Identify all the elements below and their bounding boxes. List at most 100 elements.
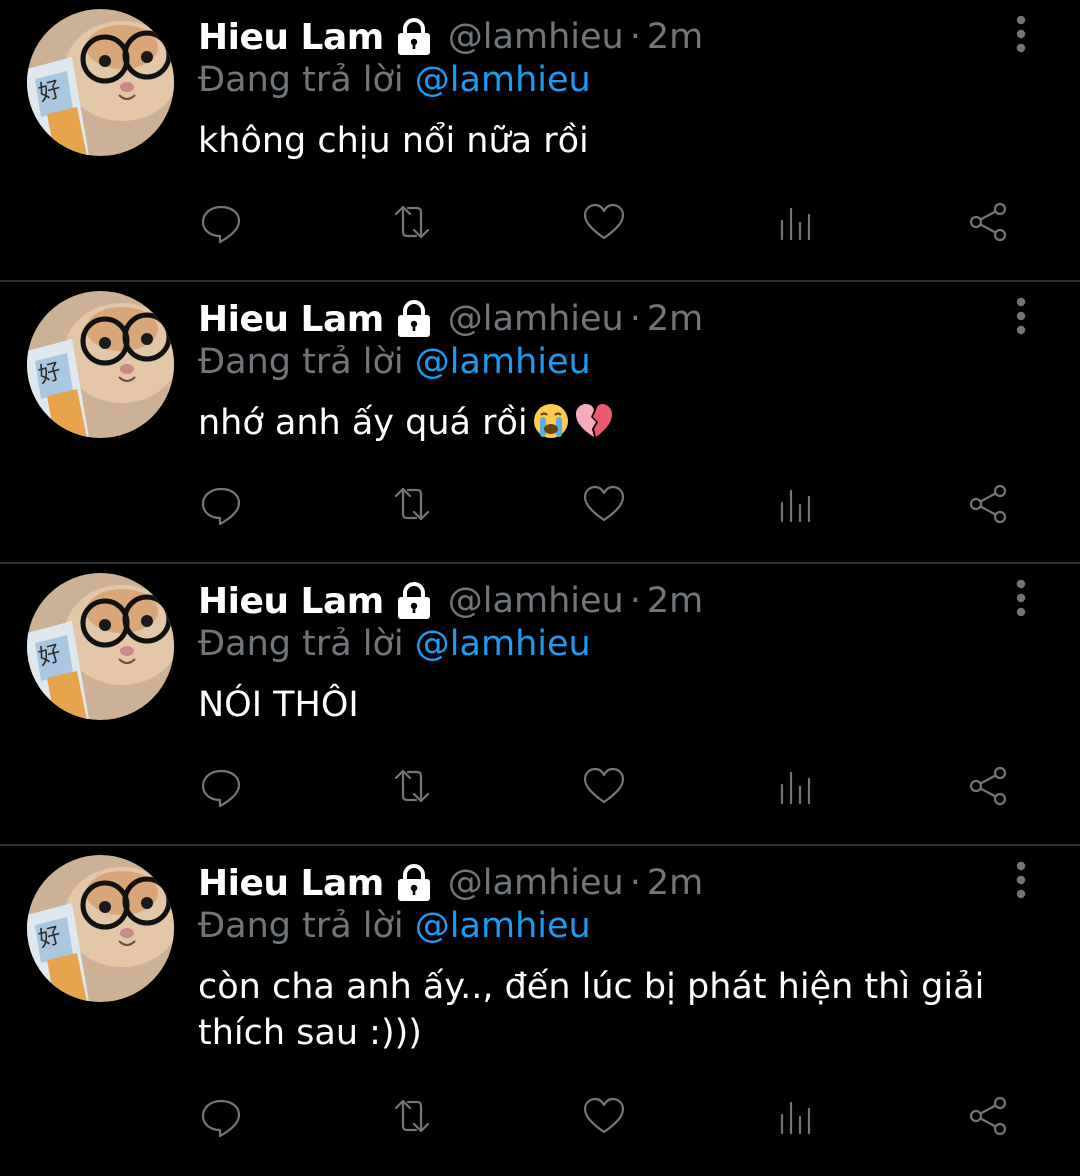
reply-icon — [201, 487, 241, 526]
replying-to: Đang trả lời @lamhieu — [198, 342, 591, 382]
separator-dot: · — [629, 299, 641, 339]
tweet-text-line: còn cha anh ấy.., đến lúc bị phát hiện t… — [198, 967, 985, 1007]
like-icon — [583, 203, 625, 240]
reply-icon — [201, 1099, 241, 1138]
tweet-header: Hieu Lam @lamhieu · 2m — [198, 578, 703, 624]
display-name[interactable]: Hieu Lam — [198, 863, 384, 904]
reply-button[interactable] — [197, 762, 245, 810]
reply-button[interactable] — [197, 480, 245, 528]
tweet-actions — [198, 762, 1018, 810]
lock-icon — [394, 299, 434, 339]
replying-to: Đang trả lời @lamhieu — [198, 906, 591, 946]
loudly-crying-face-emoji — [532, 402, 570, 452]
avatar[interactable] — [27, 855, 174, 1002]
like-button[interactable] — [580, 762, 628, 810]
analytics-button[interactable] — [772, 198, 820, 246]
like-button[interactable] — [580, 1092, 628, 1140]
replying-to-mention[interactable]: @lamhieu — [415, 624, 591, 664]
retweet-button[interactable] — [388, 762, 436, 810]
tweet[interactable]: Hieu Lam @lamhieu · 2m Đang trả lời @lam… — [0, 846, 1080, 1176]
timestamp[interactable]: 2m — [647, 299, 703, 339]
tweet-header: Hieu Lam @lamhieu · 2m — [198, 860, 703, 906]
like-icon — [583, 767, 625, 804]
replying-to-label: Đang trả lời — [198, 624, 404, 664]
retweet-icon — [394, 769, 430, 803]
retweet-button[interactable] — [388, 198, 436, 246]
analytics-icon — [780, 1101, 811, 1135]
analytics-icon — [780, 207, 811, 241]
username-handle[interactable]: @lamhieu — [448, 581, 624, 621]
analytics-icon — [780, 771, 811, 805]
share-button[interactable] — [964, 198, 1012, 246]
tweet-text: nhớ anh ấy quá rồi — [198, 400, 998, 452]
more-vertical-icon[interactable] — [1007, 578, 1035, 618]
replying-to-label: Đang trả lời — [198, 60, 404, 100]
replying-to: Đang trả lời @lamhieu — [198, 624, 591, 664]
like-button[interactable] — [580, 198, 628, 246]
reply-button[interactable] — [197, 198, 245, 246]
share-button[interactable] — [964, 480, 1012, 528]
reply-icon — [201, 205, 241, 244]
tweet-text: còn cha anh ấy.., đến lúc bị phát hiện t… — [198, 964, 998, 1056]
share-icon — [969, 202, 1007, 242]
retweet-icon — [394, 487, 430, 521]
replying-to-label: Đang trả lời — [198, 906, 404, 946]
lock-icon — [394, 863, 434, 903]
tweet-actions — [198, 480, 1018, 528]
analytics-icon — [780, 489, 811, 523]
tweet-actions — [198, 1092, 1018, 1140]
avatar[interactable] — [27, 573, 174, 720]
like-icon — [583, 1097, 625, 1134]
share-icon — [969, 766, 1007, 806]
separator-dot: · — [629, 581, 641, 621]
avatar[interactable] — [27, 291, 174, 438]
replying-to-label: Đang trả lời — [198, 342, 404, 382]
share-button[interactable] — [964, 1092, 1012, 1140]
tweet[interactable]: Hieu Lam @lamhieu · 2m Đang trả lời @lam… — [0, 0, 1080, 282]
avatar[interactable] — [27, 9, 174, 156]
display-name[interactable]: Hieu Lam — [198, 581, 384, 622]
timeline-feed: Hieu Lam @lamhieu · 2m Đang trả lời @lam… — [0, 0, 1080, 1176]
tweet-text-content: nhớ anh ấy quá rồi — [198, 403, 528, 443]
tweet-actions — [198, 198, 1018, 246]
analytics-button[interactable] — [772, 762, 820, 810]
replying-to: Đang trả lời @lamhieu — [198, 60, 591, 100]
lock-icon — [394, 581, 434, 621]
tweet-text: NÓI THÔI — [198, 685, 359, 725]
username-handle[interactable]: @lamhieu — [448, 17, 624, 57]
analytics-button[interactable] — [772, 1092, 820, 1140]
replying-to-mention[interactable]: @lamhieu — [415, 60, 591, 100]
analytics-button[interactable] — [772, 480, 820, 528]
share-button[interactable] — [964, 762, 1012, 810]
broken-heart-emoji — [574, 402, 614, 452]
separator-dot: · — [629, 863, 641, 903]
like-button[interactable] — [580, 480, 628, 528]
reply-button[interactable] — [197, 1092, 245, 1140]
timestamp[interactable]: 2m — [647, 581, 703, 621]
display-name[interactable]: Hieu Lam — [198, 17, 384, 58]
reply-icon — [201, 769, 241, 808]
tweet[interactable]: Hieu Lam @lamhieu · 2m Đang trả lời @lam… — [0, 282, 1080, 564]
more-vertical-icon[interactable] — [1007, 296, 1035, 336]
replying-to-mention[interactable]: @lamhieu — [415, 342, 591, 382]
share-icon — [969, 1096, 1007, 1136]
share-icon — [969, 484, 1007, 524]
tweet-header: Hieu Lam @lamhieu · 2m — [198, 296, 703, 342]
retweet-button[interactable] — [388, 1092, 436, 1140]
tweet-text-line: thích sau :))) — [198, 1013, 422, 1053]
timestamp[interactable]: 2m — [647, 863, 703, 903]
display-name[interactable]: Hieu Lam — [198, 299, 384, 340]
username-handle[interactable]: @lamhieu — [448, 863, 624, 903]
more-vertical-icon[interactable] — [1007, 14, 1035, 54]
timestamp[interactable]: 2m — [647, 17, 703, 57]
retweet-icon — [394, 1099, 430, 1133]
separator-dot: · — [629, 17, 641, 57]
tweet-header: Hieu Lam @lamhieu · 2m — [198, 14, 703, 60]
username-handle[interactable]: @lamhieu — [448, 299, 624, 339]
replying-to-mention[interactable]: @lamhieu — [415, 906, 591, 946]
more-vertical-icon[interactable] — [1007, 860, 1035, 900]
tweet[interactable]: Hieu Lam @lamhieu · 2m Đang trả lời @lam… — [0, 564, 1080, 846]
like-icon — [583, 485, 625, 522]
tweet-text: không chịu nổi nữa rồi — [198, 121, 589, 161]
retweet-button[interactable] — [388, 480, 436, 528]
